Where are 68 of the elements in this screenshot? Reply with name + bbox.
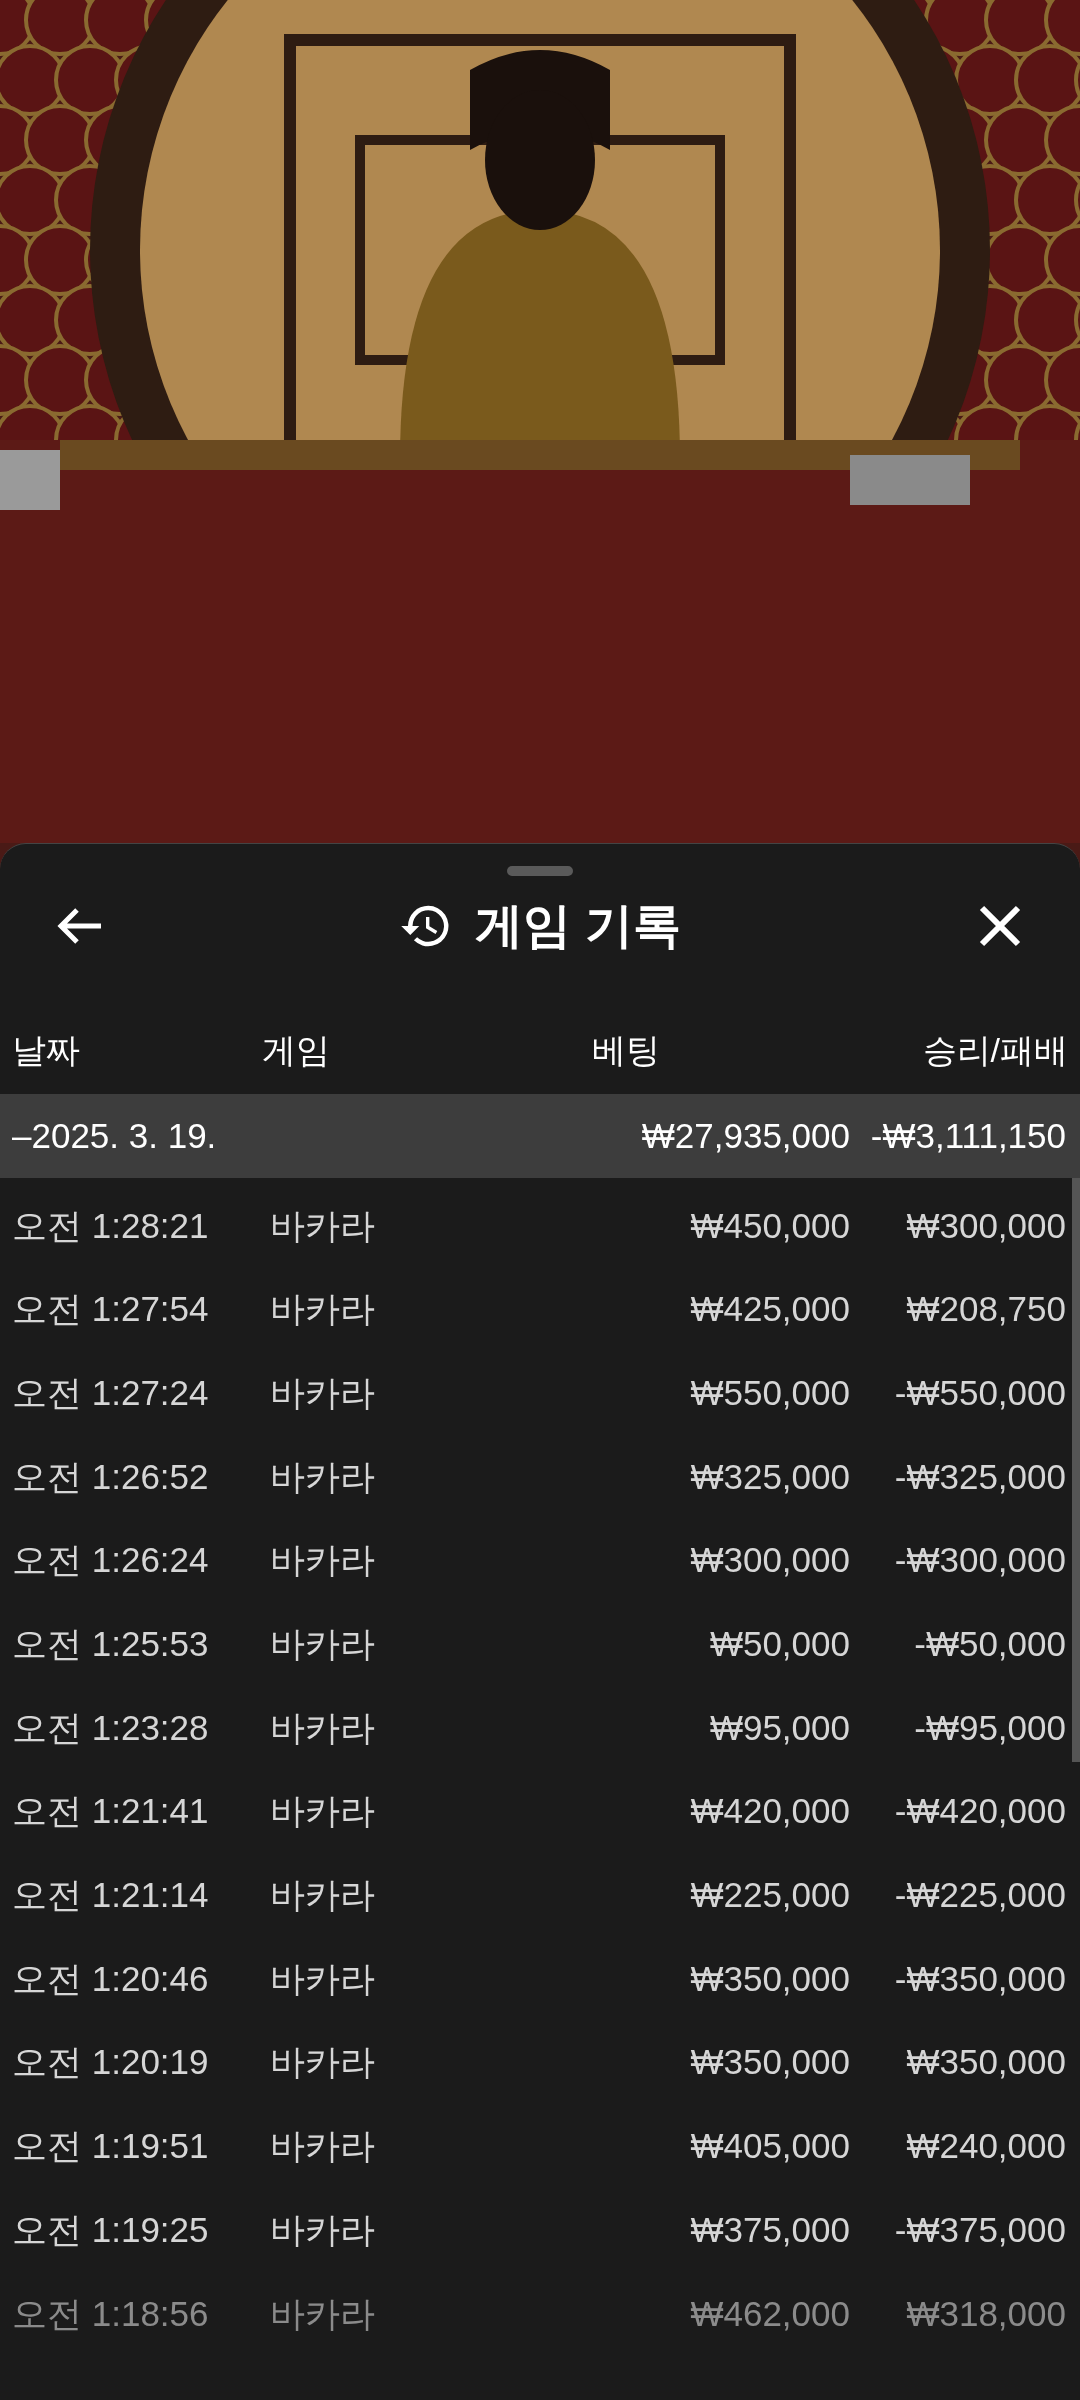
game-cell-text: 바카라 — [270, 1539, 376, 1582]
game-cell-text: 바카라 — [270, 1874, 376, 1917]
result-cell-text: -₩225,000 — [893, 1874, 1066, 1917]
result-cell-text: ₩318,000 — [905, 2292, 1066, 2335]
result-cell-text: -₩420,000 — [893, 1790, 1066, 1833]
bet-cell-text: ₩405,000 — [689, 2125, 850, 2168]
game-cell-text: 바카라 — [270, 2292, 376, 2335]
time-cell-text: 오전 1:27:24 — [12, 1371, 210, 1414]
time-cell-text: 오전 1:20:19 — [12, 2041, 210, 2084]
result-cell-text: -₩375,000 — [893, 2208, 1066, 2251]
time-cell-text: 오전 1:21:41 — [12, 1790, 210, 1833]
bet-cell-text: ₩550,000 — [689, 1371, 850, 1414]
group-bet-total: ₩27,935,000 — [640, 1114, 850, 1157]
scrollbar[interactable] — [1072, 1178, 1080, 1762]
bet-cell-text: ₩425,000 — [689, 1288, 850, 1331]
group-date: –2025. 3. 19. — [12, 1114, 218, 1157]
bet-cell-text: ₩95,000 — [708, 1706, 850, 1749]
column-header: 날짜 — [12, 1029, 81, 1071]
sheet-title: 게임 기록 — [475, 898, 681, 954]
time-cell-text: 오전 1:26:52 — [12, 1455, 210, 1498]
time-cell-text: 오전 1:25:53 — [12, 1623, 210, 1666]
bet-cell-text: ₩462,000 — [689, 2292, 850, 2335]
bet-cell-text: ₩325,000 — [689, 1455, 850, 1498]
game-cell-text: 바카라 — [270, 1288, 376, 1331]
drag-handle[interactable] — [507, 866, 573, 876]
game-cell-text: 바카라 — [270, 2208, 376, 2251]
bet-cell-text: ₩50,000 — [708, 1623, 850, 1666]
game-cell-text: 바카라 — [270, 1623, 376, 1666]
bet-cell-text: ₩300,000 — [689, 1539, 850, 1582]
time-cell-text: 오전 1:28:21 — [12, 1204, 210, 1247]
time-cell-text: 오전 1:27:54 — [12, 1288, 210, 1331]
result-cell-text: ₩350,000 — [905, 2041, 1066, 2084]
time-cell-text: 오전 1:26:24 — [12, 1539, 210, 1582]
game-cell-text: 바카라 — [270, 1706, 376, 1749]
game-cell-text: 바카라 — [270, 2041, 376, 2084]
time-cell-text: 오전 1:18:56 — [12, 2292, 210, 2335]
game-cell-text: 바카라 — [270, 1455, 376, 1498]
column-header: 승리/패배 — [921, 1029, 1068, 1071]
result-cell-text: -₩550,000 — [893, 1371, 1066, 1414]
column-header: 베팅 — [592, 1029, 661, 1071]
game-cell-text: 바카라 — [270, 2125, 376, 2168]
time-cell-text: 오전 1:21:14 — [12, 1874, 210, 1917]
bet-cell-text: ₩225,000 — [689, 1874, 850, 1917]
result-cell-text: ₩208,750 — [905, 1288, 1066, 1331]
close-icon — [978, 904, 1022, 948]
result-cell-text: -₩300,000 — [893, 1539, 1066, 1582]
result-cell-text: -₩95,000 — [913, 1706, 1066, 1749]
result-cell-text: ₩240,000 — [905, 2125, 1066, 2168]
bet-cell-text: ₩420,000 — [689, 1790, 850, 1833]
time-cell-text: 오전 1:19:51 — [12, 2125, 210, 2168]
bet-cell-text: ₩450,000 — [689, 1204, 850, 1247]
time-cell-text: 오전 1:23:28 — [12, 1706, 210, 1749]
game-cell-text: 바카라 — [270, 1371, 376, 1414]
game-cell-text: 바카라 — [270, 1790, 376, 1833]
bet-cell-text: ₩350,000 — [689, 1957, 850, 2000]
bet-cell-text: ₩350,000 — [689, 2041, 850, 2084]
game-cell-text: 바카라 — [270, 1957, 376, 2000]
result-cell-text: -₩325,000 — [893, 1455, 1066, 1498]
time-cell-text: 오전 1:20:46 — [12, 1957, 210, 2000]
game-cell-text: 바카라 — [270, 1204, 376, 1247]
time-cell-text: 오전 1:19:25 — [12, 2208, 210, 2251]
result-cell-text: -₩350,000 — [893, 1957, 1066, 2000]
result-cell-text: ₩300,000 — [905, 1204, 1066, 1247]
result-cell-text: -₩50,000 — [913, 1623, 1066, 1666]
group-result-total: -₩3,111,150 — [869, 1114, 1066, 1157]
column-header: 게임 — [262, 1029, 331, 1071]
bet-cell-text: ₩375,000 — [689, 2208, 850, 2251]
date-group-row[interactable]: –2025. 3. 19. ₩27,935,000 -₩3,111,150 — [0, 1094, 1080, 1178]
